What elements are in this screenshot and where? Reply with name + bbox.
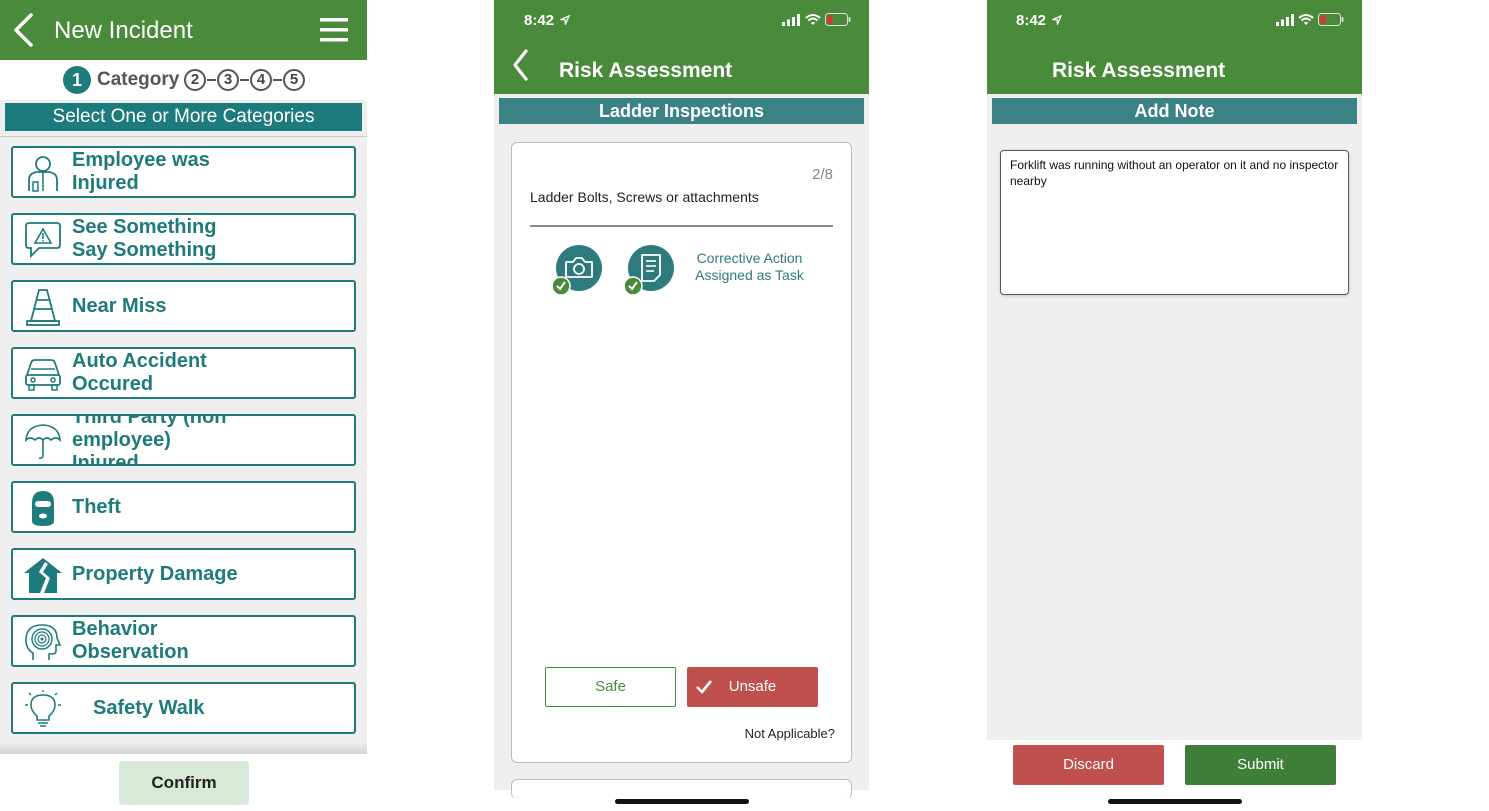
category-label: Theft — [72, 495, 121, 518]
traffic-cone-icon — [26, 289, 60, 326]
step-indicator: 1 Category 2 3 4 5 — [0, 60, 367, 100]
confirm-button[interactable]: Confirm — [119, 761, 249, 805]
wifi-icon — [805, 14, 821, 25]
category-behavior-observation[interactable]: Behavior Observation — [11, 615, 356, 667]
category-label: Third Party (non employee) Injured — [72, 414, 227, 466]
unsafe-label: Unsafe — [728, 678, 777, 695]
balaclava-icon — [32, 491, 54, 526]
category-property-damage[interactable]: Property Damage — [11, 548, 356, 600]
category-theft[interactable]: Theft — [11, 481, 356, 533]
question-divider — [530, 225, 833, 227]
category-label: Auto Accident Occured — [72, 350, 207, 395]
step-2-circle[interactable]: 2 — [184, 69, 206, 91]
select-categories-banner: Select One or More Categories — [5, 103, 362, 131]
step-4-circle[interactable]: 4 — [250, 69, 272, 91]
category-label: See Something Say Something — [72, 216, 217, 261]
lightbulb-icon — [25, 690, 61, 727]
category-label: Near Miss — [72, 294, 167, 317]
brain-head-icon — [25, 624, 62, 660]
battery-icon — [1318, 13, 1344, 26]
category-label: Employee was Injured — [72, 149, 210, 194]
category-see-something[interactable]: See Something Say Something — [11, 213, 356, 265]
step-connector — [240, 79, 249, 81]
page-title: Risk Assessment — [559, 59, 733, 82]
battery-icon — [825, 13, 851, 26]
question-text: Ladder Bolts, Screws or attachments — [530, 189, 759, 205]
unsafe-button[interactable]: Unsafe — [687, 667, 818, 707]
question-counter: 2/8 — [812, 166, 833, 183]
corrective-action-text: Corrective Action Assigned as Task — [695, 250, 804, 283]
umbrella-icon — [25, 424, 61, 459]
section-banner: Add Note — [992, 98, 1357, 124]
status-time: 8:42 — [1016, 12, 1047, 29]
location-arrow-icon — [560, 15, 570, 25]
damaged-house-icon — [24, 558, 62, 593]
category-employee-injured[interactable]: Employee was Injured — [11, 146, 356, 198]
section-banner: Ladder Inspections — [499, 98, 864, 124]
back-chevron-icon[interactable] — [512, 49, 528, 81]
checkmark-icon — [696, 680, 712, 694]
page-title: Risk Assessment — [1052, 59, 1226, 82]
header-bar: 8:42 Risk Assessment — [987, 0, 1362, 94]
new-incident-screen: New Incident 1 Category 2 3 4 5 Select O… — [0, 0, 367, 811]
wifi-icon — [1298, 14, 1314, 25]
home-indicator — [1108, 799, 1242, 804]
next-question-card — [511, 779, 852, 799]
location-arrow-icon — [1052, 15, 1062, 25]
step-connector — [273, 79, 282, 81]
header-bar: New Incident — [0, 0, 367, 60]
category-near-miss[interactable]: Near Miss — [11, 280, 356, 332]
car-icon — [25, 359, 61, 391]
step-1-badge[interactable]: 1 — [63, 66, 91, 94]
category-label: Safety Walk — [93, 696, 205, 719]
not-applicable-link[interactable]: Not Applicable? — [745, 726, 835, 741]
submit-button[interactable]: Submit — [1185, 745, 1336, 785]
signal-icon — [1276, 14, 1294, 26]
warning-speech-icon — [25, 222, 61, 259]
question-card: 2/8 Ladder Bolts, Screws or attachments … — [511, 142, 852, 763]
menu-icon[interactable] — [319, 16, 349, 44]
note-textarea[interactable]: Forklift was running without an operator… — [1000, 150, 1349, 295]
step-3-circle[interactable]: 3 — [217, 69, 239, 91]
camera-icon[interactable] — [553, 244, 605, 296]
risk-assessment-screen: 8:42 Risk Assessment Ladder Inspections … — [494, 0, 869, 804]
back-chevron-icon[interactable] — [12, 12, 34, 48]
category-label: Behavior Observation — [72, 618, 189, 663]
step-1-label: Category — [97, 69, 180, 90]
page-title: New Incident — [54, 17, 193, 44]
discard-button[interactable]: Discard — [1013, 745, 1164, 785]
status-time: 8:42 — [524, 12, 555, 29]
category-safety-walk[interactable]: Safety Walk — [11, 682, 356, 734]
header-bar: 8:42 Risk Assessment — [494, 0, 869, 94]
signal-icon — [782, 14, 800, 26]
divider — [0, 136, 367, 137]
add-note-screen: 8:42 Risk Assessment Add Note Forklift w… — [987, 0, 1362, 740]
category-third-party-injured[interactable]: Third Party (non employee) Injured — [11, 414, 356, 466]
step-connector — [207, 79, 216, 81]
home-indicator — [615, 799, 749, 804]
step-5-circle[interactable]: 5 — [283, 69, 305, 91]
category-auto-accident[interactable]: Auto Accident Occured — [11, 347, 356, 399]
safe-button[interactable]: Safe — [545, 667, 676, 707]
injured-person-icon — [28, 156, 58, 192]
category-label: Property Damage — [72, 562, 238, 585]
document-icon[interactable] — [625, 244, 677, 296]
